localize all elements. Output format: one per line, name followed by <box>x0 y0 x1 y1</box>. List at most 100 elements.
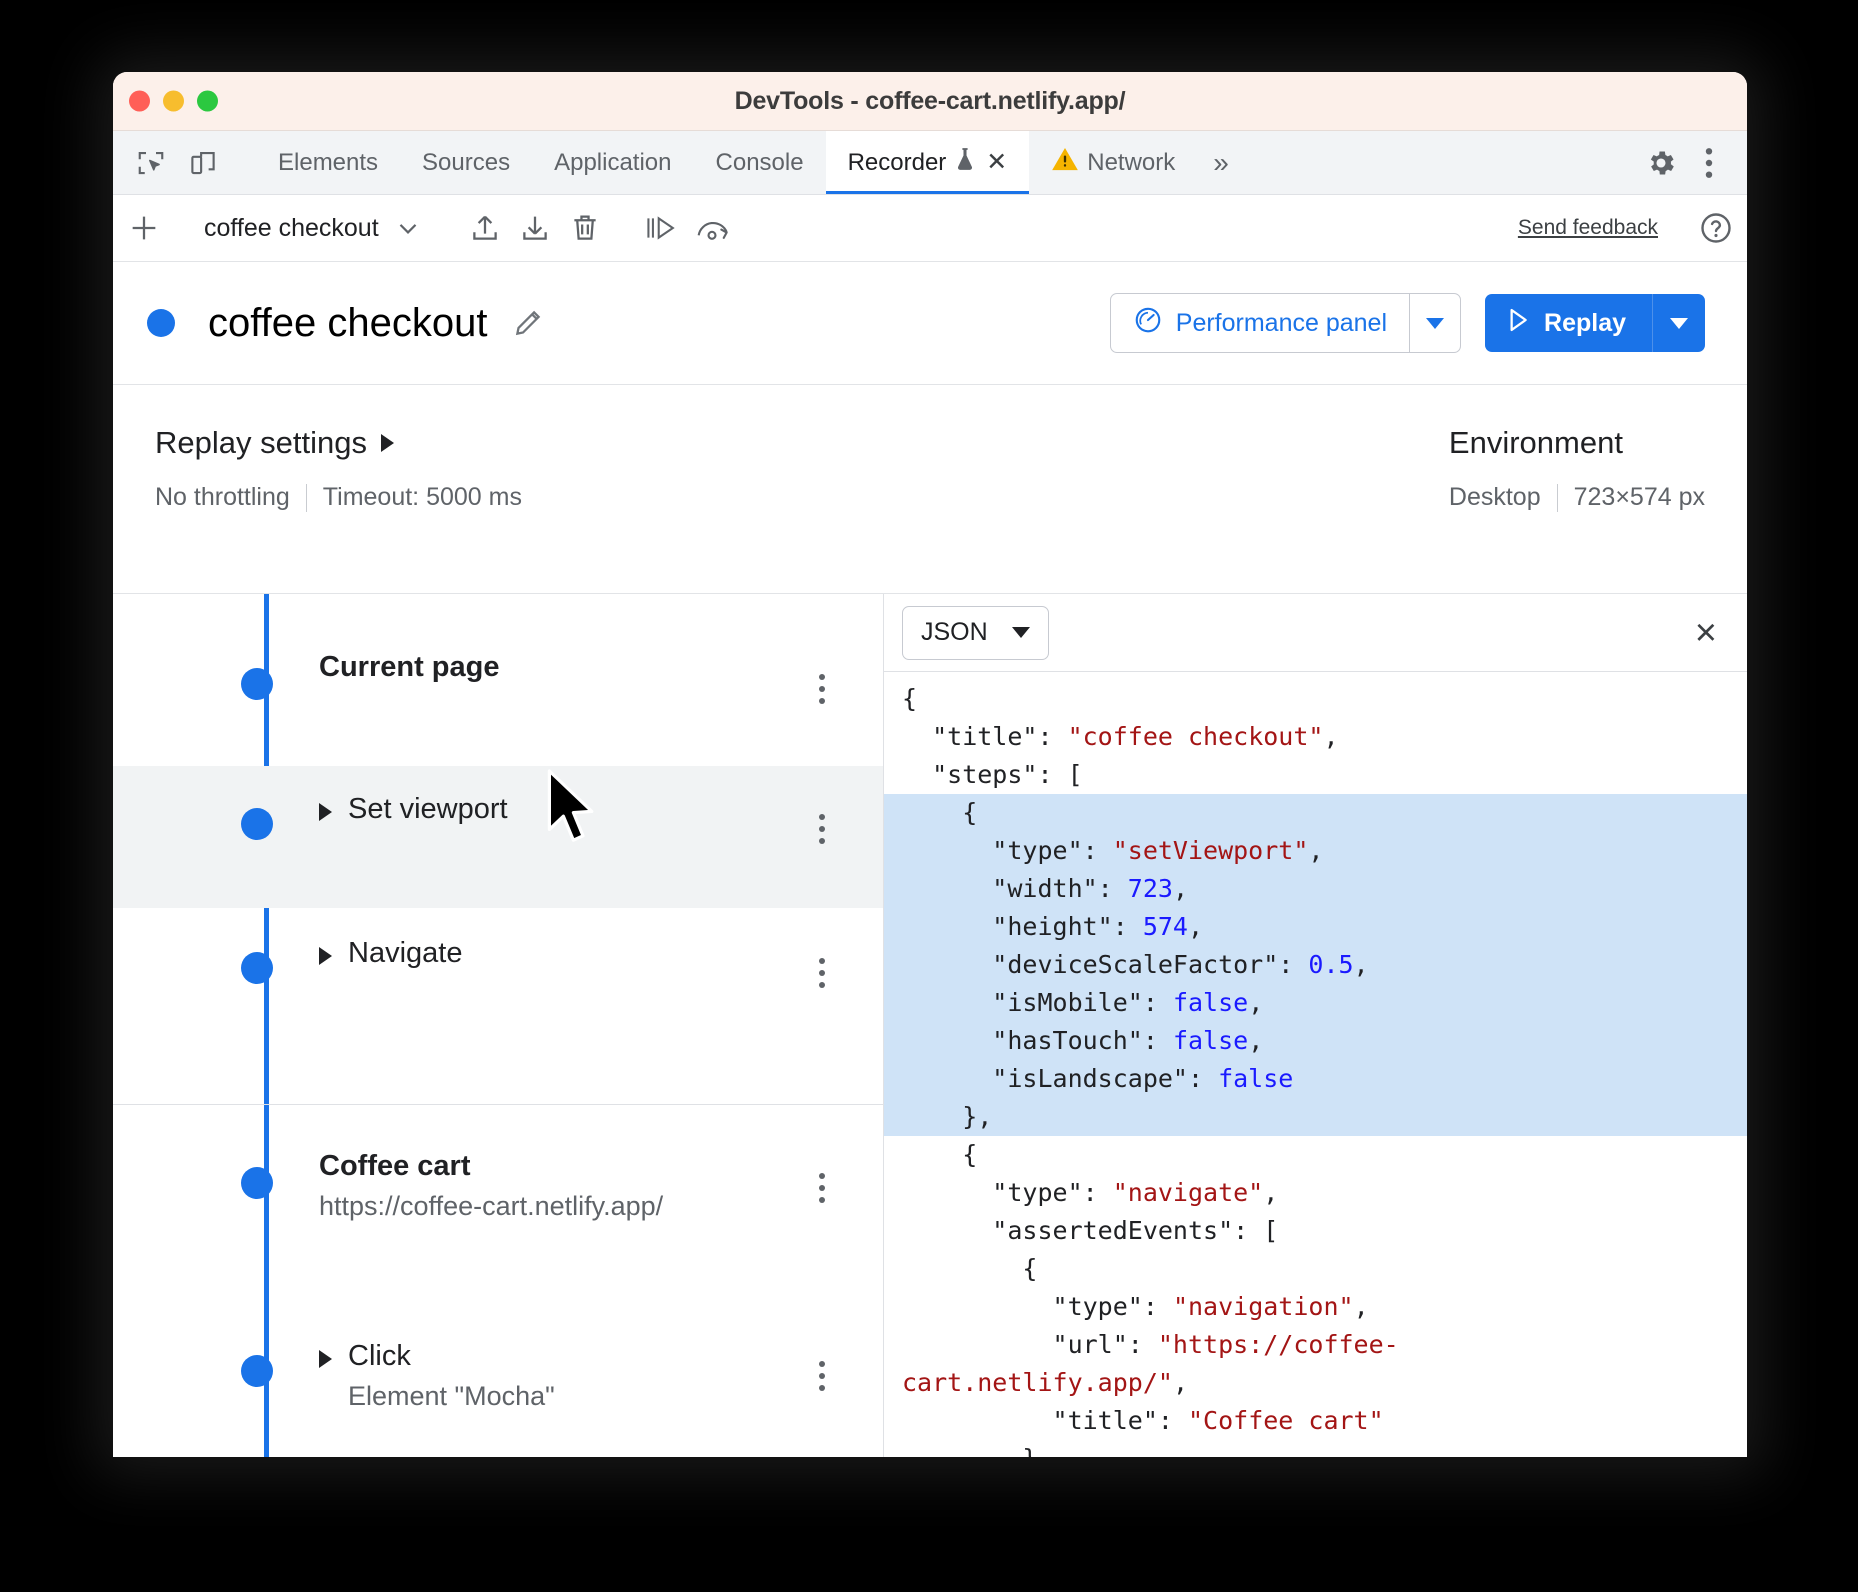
tab-console[interactable]: Console <box>694 131 826 194</box>
step-current-page[interactable]: Current page <box>113 594 883 766</box>
devtools-window: DevTools - coffee-cart.netlify.app/ <box>113 72 1747 1457</box>
tab-network[interactable]: Network <box>1029 131 1197 194</box>
recorder-toolbar: coffee checkout <box>113 195 1747 262</box>
pencil-icon[interactable] <box>511 306 545 340</box>
replay-main[interactable]: Replay <box>1485 294 1652 352</box>
json-preview-pane: JSON × { "title": "coffee checkout", "st… <box>884 594 1747 1457</box>
viewport-value: 723×574 px <box>1574 483 1705 512</box>
chevron-right-icon <box>381 434 394 452</box>
json-line: { <box>884 1250 1747 1288</box>
json-line: { <box>884 794 1747 832</box>
step-text: Click Element "Mocha" <box>348 1341 555 1412</box>
step-menu-button[interactable] <box>819 1173 825 1203</box>
step-menu-button[interactable] <box>819 1361 825 1391</box>
replay-dropdown-arrow[interactable] <box>1653 294 1705 352</box>
add-recording-button[interactable] <box>119 203 169 253</box>
performance-panel-button[interactable]: Performance panel <box>1110 293 1461 353</box>
step-title: Coffee cart <box>319 1151 663 1181</box>
step-navigate[interactable]: Navigate <box>113 908 883 1104</box>
tab-recorder[interactable]: Recorder ✕ <box>826 131 1030 194</box>
tab-sources-label: Sources <box>422 149 510 177</box>
environment-summary: Desktop 723×574 px <box>1449 483 1705 512</box>
tab-elements[interactable]: Elements <box>256 131 400 194</box>
json-line: "hasTouch": false, <box>884 1022 1747 1060</box>
trash-icon[interactable] <box>560 203 610 253</box>
tab-application-label: Application <box>554 149 671 177</box>
close-recorder-tab-icon[interactable]: ✕ <box>986 150 1007 175</box>
throttling-value: No throttling <box>155 483 290 512</box>
window-traffic-lights[interactable] <box>129 91 218 112</box>
window-title: DevTools - coffee-cart.netlify.app/ <box>735 87 1126 116</box>
close-window-button[interactable] <box>129 91 150 112</box>
json-line: "title": "Coffee cart" <box>884 1402 1747 1440</box>
play-icon <box>1505 306 1531 341</box>
steps-list: Current page Set viewport <box>113 594 884 1457</box>
send-feedback-link[interactable]: Send feedback <box>1518 216 1658 240</box>
step-click[interactable]: Click Element "Mocha" <box>113 1323 883 1457</box>
json-code-view[interactable]: { "title": "coffee checkout", "steps": [… <box>884 672 1747 1457</box>
json-line: "title": "coffee checkout", <box>884 718 1747 756</box>
step-subtitle: Element "Mocha" <box>348 1381 555 1412</box>
step-over-icon[interactable] <box>635 203 685 253</box>
format-select-label: JSON <box>921 618 988 647</box>
environment-heading: Environment <box>1449 425 1623 461</box>
page-title: coffee checkout <box>208 301 487 346</box>
performance-panel-main[interactable]: Performance panel <box>1111 294 1409 352</box>
tab-list: Elements Sources Application Console Rec… <box>256 131 1622 194</box>
replay-label: Replay <box>1544 309 1626 338</box>
replay-button[interactable]: Replay <box>1485 294 1705 352</box>
step-title: Click <box>348 1341 555 1371</box>
tab-sources[interactable]: Sources <box>400 131 532 194</box>
replay-settings-label: Replay settings <box>155 425 367 461</box>
json-line: { <box>884 1136 1747 1174</box>
performance-dropdown-arrow[interactable] <box>1410 294 1460 352</box>
expand-triangle-icon[interactable] <box>319 1350 332 1368</box>
step-menu-button[interactable] <box>819 674 825 704</box>
more-vertical-icon[interactable] <box>1687 141 1731 185</box>
more-tabs-button[interactable]: » <box>1197 131 1245 194</box>
inspect-element-icon[interactable] <box>129 141 173 185</box>
step-content: Click Element "Mocha" <box>319 1341 555 1412</box>
import-icon[interactable] <box>510 203 560 253</box>
chevron-down-icon[interactable] <box>393 213 423 243</box>
slow-replay-icon[interactable] <box>685 203 743 253</box>
gear-icon[interactable] <box>1639 141 1683 185</box>
minimize-window-button[interactable] <box>163 91 184 112</box>
step-dot <box>241 1355 273 1387</box>
format-select[interactable]: JSON <box>902 606 1049 660</box>
step-dot <box>241 808 273 840</box>
warning-triangle-icon <box>1051 146 1079 179</box>
recording-selector-label[interactable]: coffee checkout <box>204 214 379 243</box>
devtools-tabbar: Elements Sources Application Console Rec… <box>113 131 1747 195</box>
tabbar-right-icons <box>1622 131 1747 194</box>
step-menu-button[interactable] <box>819 958 825 988</box>
tab-application[interactable]: Application <box>532 131 693 194</box>
expand-triangle-icon[interactable] <box>319 947 332 965</box>
close-icon[interactable]: × <box>1695 614 1717 652</box>
maximize-window-button[interactable] <box>197 91 218 112</box>
step-text: Set viewport <box>348 794 508 824</box>
settings-strip: Replay settings No throttling Timeout: 5… <box>113 385 1747 594</box>
step-text: Coffee cart https://coffee-cart.netlify.… <box>319 1151 663 1222</box>
json-line: cart.netlify.app/", <box>884 1364 1747 1402</box>
window-titlebar: DevTools - coffee-cart.netlify.app/ <box>113 72 1747 131</box>
tab-recorder-label: Recorder <box>848 149 947 177</box>
help-circle-icon[interactable] <box>1691 203 1741 253</box>
step-subtitle: https://coffee-cart.netlify.app/ <box>319 1191 663 1222</box>
recording-header: coffee checkout Per <box>113 262 1747 385</box>
replay-settings-summary: No throttling Timeout: 5000 ms <box>155 483 522 512</box>
step-content: Coffee cart https://coffee-cart.netlify.… <box>319 1151 663 1222</box>
expand-triangle-icon[interactable] <box>319 803 332 821</box>
json-line: { <box>884 680 1747 718</box>
step-text: Current page <box>319 652 499 682</box>
json-line: "height": 574, <box>884 908 1747 946</box>
json-line: } <box>884 1440 1747 1457</box>
export-icon[interactable] <box>460 203 510 253</box>
step-coffee-cart[interactable]: Coffee cart https://coffee-cart.netlify.… <box>113 1104 883 1323</box>
step-menu-button[interactable] <box>819 814 825 844</box>
device-toolbar-icon[interactable] <box>181 141 225 185</box>
step-set-viewport[interactable]: Set viewport <box>113 766 883 908</box>
step-content: Current page <box>319 652 499 682</box>
json-line: "url": "https://coffee- <box>884 1326 1747 1364</box>
replay-settings-toggle[interactable]: Replay settings <box>155 425 522 461</box>
